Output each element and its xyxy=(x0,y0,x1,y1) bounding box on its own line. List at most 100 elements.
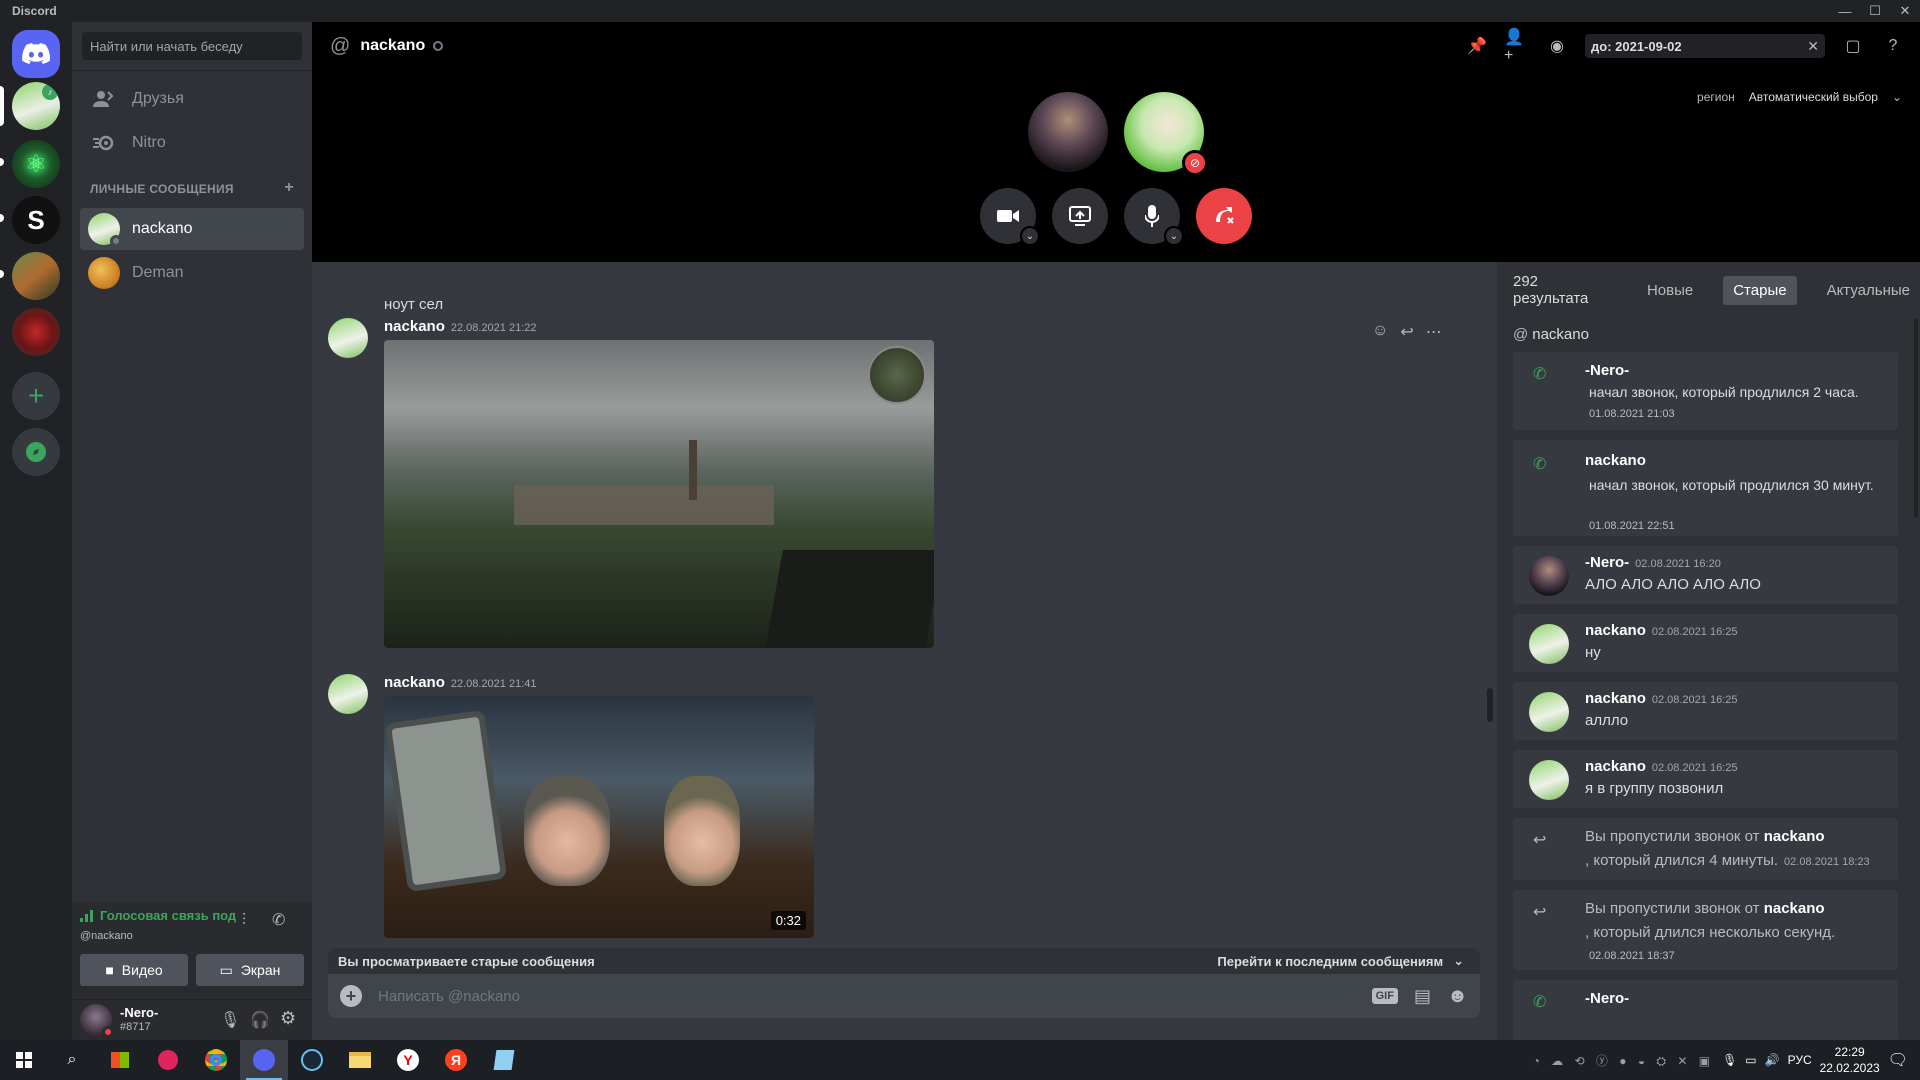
yandex-icon[interactable]: Я xyxy=(432,1040,480,1080)
mic-toggle-button[interactable]: ⌄ xyxy=(1124,188,1184,246)
nav-nitro[interactable]: Nitro xyxy=(80,122,304,164)
user-avatar[interactable] xyxy=(80,1004,114,1038)
maximize-icon[interactable]: ☐ xyxy=(1860,0,1890,22)
phone-call-icon: ✆ xyxy=(1533,366,1547,383)
tray-app-icons[interactable]: ◔ ☁ ⟲ ⓨ ● ◒ ⛭ ✕ ▣ xyxy=(1533,1052,1714,1069)
search-result[interactable]: nackano 02.08.2021 16:25 аллло xyxy=(1513,682,1898,740)
minimize-icon[interactable]: — xyxy=(1830,0,1860,22)
user-profile-icon[interactable]: ◉ xyxy=(1544,33,1570,59)
sticker-icon[interactable]: ▤ xyxy=(1414,986,1431,1007)
screen-label: Экран xyxy=(240,962,281,978)
find-conversation-input[interactable]: Найти или начать беседу xyxy=(82,32,302,60)
end-call-button[interactable] xyxy=(1196,188,1252,244)
search-result[interactable]: ✆ nackano начал звонок, который продлилс… xyxy=(1513,440,1898,536)
discord-taskbar-icon[interactable] xyxy=(240,1040,288,1080)
author-name[interactable]: nackano xyxy=(384,674,445,691)
clear-search-icon[interactable]: ✕ xyxy=(1807,38,1819,55)
file-explorer-icon[interactable] xyxy=(336,1040,384,1080)
noise-suppression-icon[interactable]: ⫶ xyxy=(242,912,246,930)
attach-plus-icon[interactable]: + xyxy=(340,985,362,1007)
help-icon[interactable]: ? xyxy=(1880,33,1906,59)
add-friend-icon[interactable]: 👤+ xyxy=(1504,29,1530,64)
timestamp: 22.08.2021 21:22 xyxy=(450,322,537,334)
results-channel-name: nackano xyxy=(1532,326,1589,343)
yandex-browser-icon[interactable]: Y xyxy=(384,1040,432,1080)
tab-relevant[interactable]: Актуальные xyxy=(1817,276,1920,305)
search-result[interactable]: ↩ Вы пропустили звонок от nackano , кото… xyxy=(1513,890,1898,970)
add-server-button[interactable]: + xyxy=(12,372,60,420)
server-atom[interactable]: ⚛ xyxy=(12,140,60,188)
video-attachment[interactable]: 0:32 xyxy=(384,696,814,938)
microphone-icon[interactable]: 🎙 xyxy=(220,1010,240,1030)
server-forest[interactable] xyxy=(12,252,60,300)
game-screenshot-image[interactable] xyxy=(384,340,934,648)
more-icon[interactable]: ⋯ xyxy=(1426,322,1442,342)
create-dm-icon[interactable]: + xyxy=(284,180,294,196)
dm-item-nackano[interactable]: nackano xyxy=(80,208,304,250)
dm-header-label: ЛИЧНЫЕ СООБЩЕНИЯ xyxy=(90,182,234,196)
server-s-logo[interactable]: S xyxy=(12,196,60,244)
chevron-down-icon[interactable]: ⌄ xyxy=(1020,226,1040,246)
media-player-icon[interactable] xyxy=(144,1040,192,1080)
dm-item-deman[interactable]: Deman xyxy=(80,252,304,294)
search-result[interactable]: ✆ -Nero- начал звонок, который продлился… xyxy=(1513,352,1898,430)
chat-scrollbar[interactable] xyxy=(1487,688,1493,722)
steam-icon[interactable] xyxy=(288,1040,336,1080)
dm-sidebar: Найти или начать беседу Друзья Nitro ЛИЧ… xyxy=(72,22,312,1040)
jump-to-latest-button[interactable]: Перейти к последним сообщениям ⌄ xyxy=(1217,953,1464,969)
search-result[interactable]: nackano 02.08.2021 16:25 я в группу позв… xyxy=(1513,750,1898,808)
search-result[interactable]: nackano 02.08.2021 16:25 ну xyxy=(1513,614,1898,672)
disconnect-icon[interactable]: ✆ xyxy=(272,910,285,930)
result-author: nackano xyxy=(1585,690,1646,707)
clock-time: 22:29 xyxy=(1834,1045,1865,1059)
dm-section-header: ЛИЧНЫЕ СООБЩЕНИЯ + xyxy=(90,180,294,197)
result-date: 02.08.2021 18:23 xyxy=(1784,856,1870,868)
start-button[interactable] xyxy=(0,1040,48,1080)
emoji-icon[interactable]: ☻ xyxy=(1447,985,1468,1008)
inbox-icon[interactable]: ▢ xyxy=(1840,33,1866,59)
volume-icon[interactable]: 🔊 xyxy=(1765,1053,1780,1067)
chrome-icon[interactable] xyxy=(192,1040,240,1080)
offline-status-icon xyxy=(433,41,444,51)
results-channel[interactable]: @ nackano xyxy=(1513,326,1589,343)
author-avatar[interactable] xyxy=(328,318,368,358)
tab-newest[interactable]: Новые xyxy=(1637,276,1703,305)
tab-oldest[interactable]: Старые xyxy=(1723,275,1797,305)
notifications-icon[interactable]: 🗨 xyxy=(1888,1050,1908,1070)
author-name[interactable]: nackano xyxy=(384,318,445,335)
search-result[interactable]: ↩ Вы пропустили звонок от nackano , кото… xyxy=(1513,818,1898,880)
search-result[interactable]: ✆ -Nero- xyxy=(1513,980,1898,1040)
camera-toggle-button[interactable]: ⌄ xyxy=(980,188,1040,246)
chevron-down-icon[interactable]: ⌄ xyxy=(1164,226,1184,246)
search-input[interactable]: до: 2021-09-02 ✕ xyxy=(1585,34,1825,58)
dm-avatar-nackano-server[interactable]: ♪ xyxy=(12,82,60,130)
home-button[interactable] xyxy=(12,30,60,78)
screen-share-toggle-button[interactable] xyxy=(1052,188,1108,244)
network-icon[interactable]: ▭ xyxy=(1745,1053,1756,1067)
store-icon[interactable] xyxy=(96,1040,144,1080)
gif-button[interactable]: GIF xyxy=(1371,988,1398,1004)
message-input[interactable]: Написать @nackano xyxy=(378,988,1372,1005)
nav-friends[interactable]: Друзья xyxy=(80,78,304,120)
region-selector[interactable]: регион Автоматический выбор ⌄ xyxy=(1697,90,1902,104)
headphones-icon[interactable]: 🎧 xyxy=(250,1010,270,1030)
author-avatar[interactable] xyxy=(328,674,368,714)
microphone-tray-icon[interactable]: 🎙 xyxy=(1722,1053,1737,1067)
reply-icon[interactable]: ↩ xyxy=(1400,322,1413,342)
screen-share-button[interactable]: ▭ Экран xyxy=(196,954,304,986)
tower-shape xyxy=(689,440,697,500)
notepad-icon[interactable] xyxy=(480,1040,528,1080)
input-language[interactable]: РУС xyxy=(1788,1053,1812,1067)
results-scrollbar[interactable] xyxy=(1914,318,1918,518)
search-taskbar-icon[interactable]: ⌕ xyxy=(48,1040,96,1080)
add-reaction-icon[interactable]: ☺ xyxy=(1372,322,1388,342)
explore-servers-button[interactable] xyxy=(12,428,60,476)
close-window-icon[interactable]: ✕ xyxy=(1890,0,1920,22)
microphone-icon xyxy=(1145,205,1159,227)
settings-gear-icon[interactable]: ⚙ xyxy=(280,1008,296,1029)
video-button[interactable]: ■ Видео xyxy=(80,954,188,986)
search-result[interactable]: -Nero- 02.08.2021 16:20 АЛО АЛО АЛО АЛО … xyxy=(1513,546,1898,604)
pin-icon[interactable]: 📌 xyxy=(1464,33,1490,59)
clock[interactable]: 22:29 22.02.2023 xyxy=(1820,1044,1880,1076)
server-red-skull[interactable] xyxy=(12,308,60,356)
